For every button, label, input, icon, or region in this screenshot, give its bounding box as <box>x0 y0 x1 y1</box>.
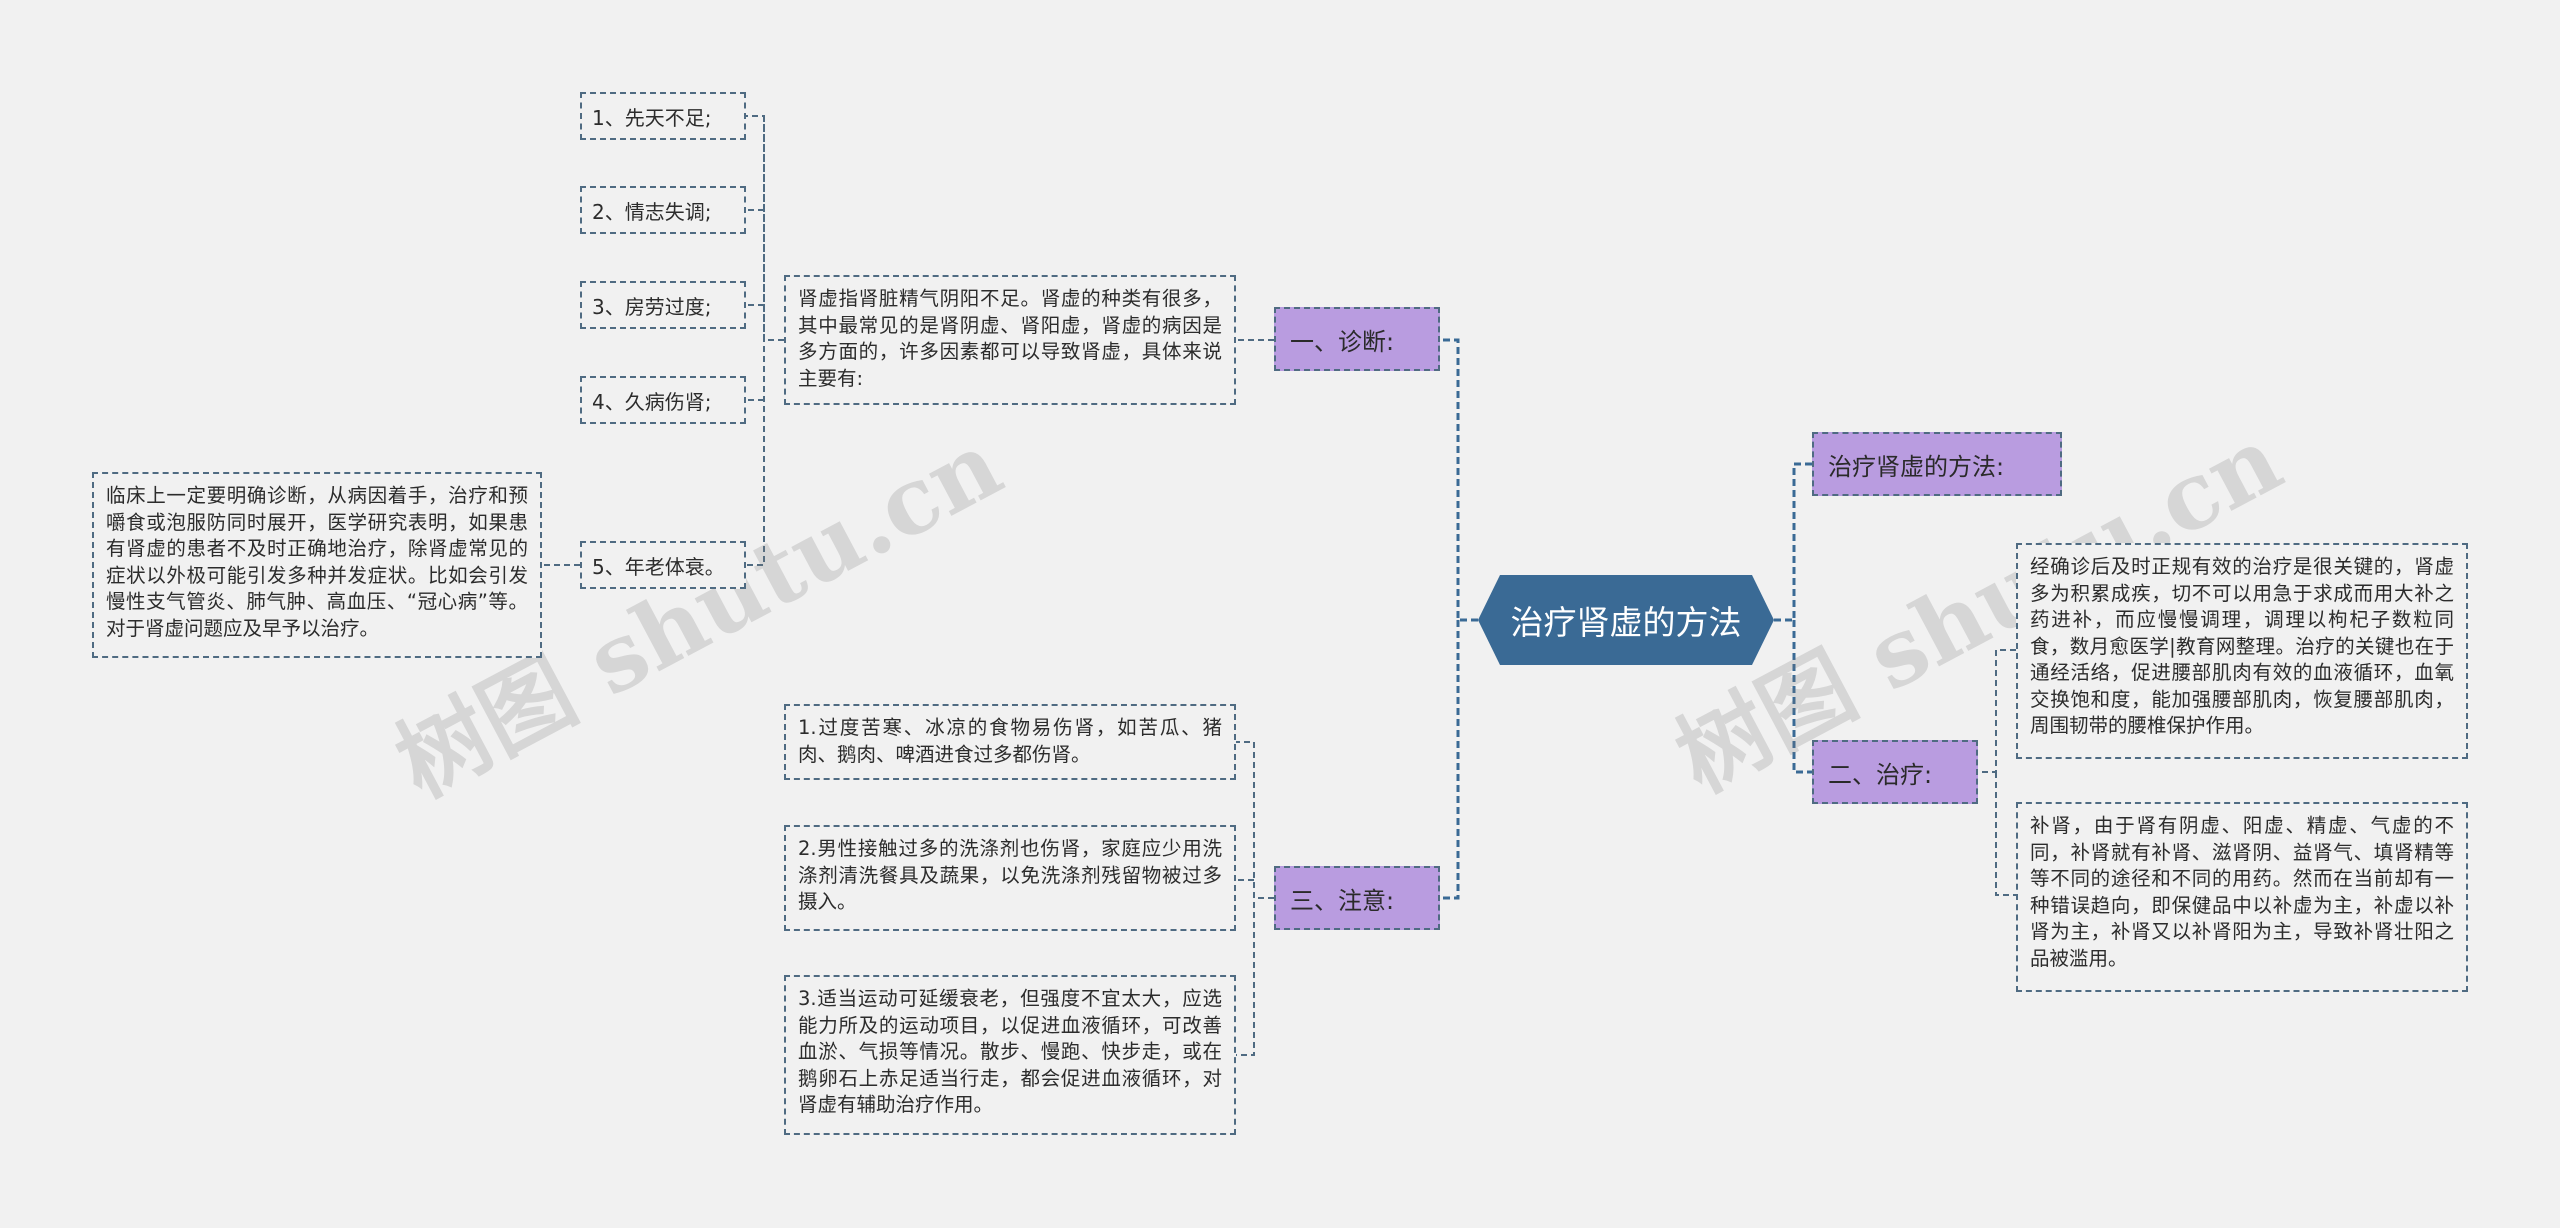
treatment-item-text: 补肾，由于肾有阴虚、阳虚、精虚、气虚的不同，补肾就有补肾、滋肾阴、益肾气、填肾精… <box>2030 814 2454 970</box>
diagnosis-intro[interactable]: 肾虚指肾脏精气阴阳不足。肾虚的种类有很多，其中最常见的是肾阴虚、肾阳虚，肾虚的病… <box>784 275 1236 405</box>
attention-item-text: 1.过度苦寒、冰凉的食物易伤肾，如苦瓜、猪肉、鹅肉、啤酒进食过多都伤肾。 <box>798 716 1222 766</box>
root-label: 治疗肾虚的方法 <box>1510 603 1742 642</box>
branch-attention[interactable]: 三、注意: <box>1274 866 1440 930</box>
branch-treatment-label: 二、治疗: <box>1828 760 1933 789</box>
attention-item[interactable]: 2.男性接触过多的洗涤剂也伤肾，家庭应少用洗涤剂清洗餐具及蔬果，以免洗涤剂残留物… <box>784 825 1236 931</box>
cause-label: 3、房劳过度; <box>592 294 712 319</box>
diagnosis-intro-text: 肾虚指肾脏精气阴阳不足。肾虚的种类有很多，其中最常见的是肾阴虚、肾阳虚，肾虚的病… <box>798 287 1222 390</box>
treatment-item[interactable]: 经确诊后及时正规有效的治疗是很关键的，肾虚多为积累成疾，切不可以用急于求成而用大… <box>2016 543 2468 759</box>
treatment-item-text: 经确诊后及时正规有效的治疗是很关键的，肾虚多为积累成疾，切不可以用急于求成而用大… <box>2030 555 2454 737</box>
cause-item[interactable]: 5、年老体衰。 <box>580 541 746 589</box>
branch-treatment[interactable]: 二、治疗: <box>1812 740 1978 804</box>
branch-method-label: 治疗肾虚的方法: <box>1828 452 2005 481</box>
cause-item[interactable]: 4、久病伤肾; <box>580 376 746 424</box>
attention-item-text: 3.适当运动可延缓衰老，但强度不宜太大，应选能力所及的运动项目，以促进血液循环，… <box>798 987 1222 1116</box>
cause-label: 2、情志失调; <box>592 199 712 224</box>
branch-method[interactable]: 治疗肾虚的方法: <box>1812 432 2062 496</box>
diagnosis-note-text: 临床上一定要明确诊断，从病因着手，治疗和预嚼食或泡服防同时展开，医学研究表明，如… <box>106 484 528 640</box>
root-node[interactable]: 治疗肾虚的方法 <box>1478 575 1774 665</box>
cause-item[interactable]: 2、情志失调; <box>580 186 746 234</box>
cause-item[interactable]: 1、先天不足; <box>580 92 746 140</box>
diagnosis-note[interactable]: 临床上一定要明确诊断，从病因着手，治疗和预嚼食或泡服防同时展开，医学研究表明，如… <box>92 472 542 658</box>
cause-label: 4、久病伤肾; <box>592 389 712 414</box>
cause-label: 5、年老体衰。 <box>592 554 725 579</box>
branch-diagnosis-label: 一、诊断: <box>1290 327 1395 356</box>
branch-attention-label: 三、注意: <box>1290 886 1395 915</box>
attention-item[interactable]: 1.过度苦寒、冰凉的食物易伤肾，如苦瓜、猪肉、鹅肉、啤酒进食过多都伤肾。 <box>784 704 1236 780</box>
branch-diagnosis[interactable]: 一、诊断: <box>1274 307 1440 371</box>
cause-label: 1、先天不足; <box>592 105 712 130</box>
treatment-item[interactable]: 补肾，由于肾有阴虚、阳虚、精虚、气虚的不同，补肾就有补肾、滋肾阴、益肾气、填肾精… <box>2016 802 2468 992</box>
attention-item-text: 2.男性接触过多的洗涤剂也伤肾，家庭应少用洗涤剂清洗餐具及蔬果，以免洗涤剂残留物… <box>798 837 1222 913</box>
cause-item[interactable]: 3、房劳过度; <box>580 281 746 329</box>
attention-item[interactable]: 3.适当运动可延缓衰老，但强度不宜太大，应选能力所及的运动项目，以促进血液循环，… <box>784 975 1236 1135</box>
